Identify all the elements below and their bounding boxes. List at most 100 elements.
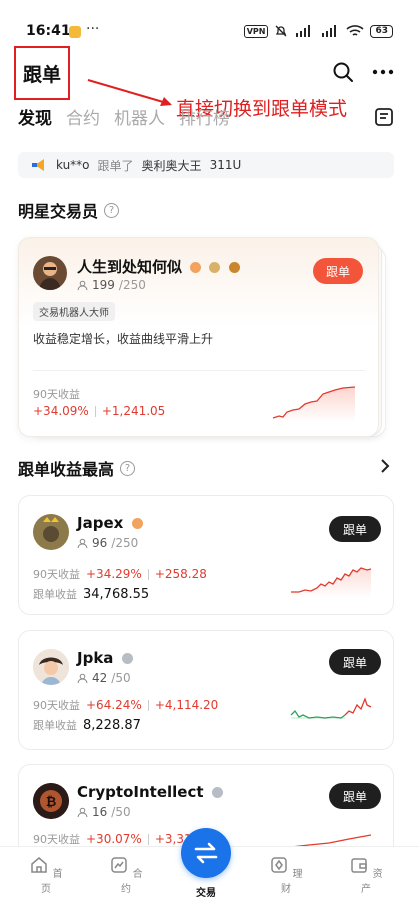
avatar xyxy=(33,514,69,550)
trader-name: 人生到处知何似 xyxy=(77,256,240,277)
followers-count: 199/250 xyxy=(77,278,146,292)
signal-icon xyxy=(296,25,311,37)
tabbar-assets[interactable]: 资产 xyxy=(346,855,386,895)
more-icon[interactable] xyxy=(371,60,395,84)
followers-count: 96/250 xyxy=(77,536,138,550)
profit-sparkline xyxy=(290,697,372,719)
chevron-right-icon[interactable] xyxy=(379,458,391,474)
notice-amount: 311U xyxy=(209,158,242,172)
wifi-icon xyxy=(346,25,365,36)
profit-sparkline xyxy=(291,567,372,598)
tab-leaderboard[interactable]: 排行榜 xyxy=(179,104,230,129)
header-actions xyxy=(331,60,395,84)
status-more-dots: ··· xyxy=(86,21,100,37)
follow-button[interactable]: 跟单 xyxy=(329,783,381,809)
followers-count: 16/50 xyxy=(77,805,131,819)
top-tabs: 发现 合约 机器人 排行榜 xyxy=(18,104,230,129)
home-icon xyxy=(31,857,48,873)
star-section-title: 明星交易员 ? xyxy=(18,198,120,222)
roi-label: 90天收益 xyxy=(33,388,80,401)
follow-notice[interactable]: ku**o 跟单了 奥利奥大王 311U xyxy=(18,152,394,178)
level-badge-icon xyxy=(121,653,133,664)
notification-app-icon xyxy=(69,26,81,38)
level-badge-icon xyxy=(131,518,143,529)
pnl-value: +258.28 xyxy=(154,567,207,581)
followers-value: 96 xyxy=(92,536,108,550)
trader-name-text: Jpka xyxy=(77,649,114,667)
copy-profit-value: 8,228.87 xyxy=(83,717,141,733)
divider xyxy=(147,833,149,845)
notice-action: 跟单了 xyxy=(97,158,134,173)
status-indicators: VPN 63 xyxy=(243,24,393,38)
roi-row: 90天收益 +64.24% +4,114.20 xyxy=(33,697,218,713)
followers-value: 199 xyxy=(92,278,115,292)
roi-row: 90天收益 +34.29% +258.28 xyxy=(33,566,207,582)
followers-max: /250 xyxy=(118,278,146,292)
copy-profit-row: 跟单收益 8,228.87 xyxy=(33,717,141,733)
divider xyxy=(147,699,149,711)
trader-name-text: 人生到处知何似 xyxy=(77,258,183,276)
help-icon[interactable]: ? xyxy=(104,202,120,218)
tab-discover[interactable]: 发现 xyxy=(18,104,52,129)
vpn-badge: VPN xyxy=(243,24,269,38)
wallet-icon xyxy=(351,858,368,873)
star-section-label: 明星交易员 xyxy=(18,202,99,221)
tabbar-trade-label[interactable]: 交易 xyxy=(190,884,222,897)
follow-button[interactable]: 跟单 xyxy=(329,649,381,675)
follow-button[interactable]: 跟单 xyxy=(313,258,363,284)
roi-value: +64.24% xyxy=(86,698,142,712)
copy-profit-label: 跟单收益 xyxy=(33,719,77,732)
pnl-value: +4,114.20 xyxy=(154,698,219,712)
divider xyxy=(94,405,96,417)
roi-value: +30.07% xyxy=(86,832,142,846)
notice-user: ku**o xyxy=(56,158,90,172)
megaphone-icon xyxy=(32,159,44,171)
trade-fab-button[interactable] xyxy=(181,828,231,878)
roi-label: 90天收益 xyxy=(33,833,80,846)
trader-name-text: CryptoIntellect xyxy=(77,783,204,801)
avatar xyxy=(33,256,67,290)
trader-card[interactable]: Jpka 42/50 跟单 90天收益 +64.24% +4,114.20 跟单… xyxy=(18,630,394,750)
page-title[interactable]: 跟单 xyxy=(14,46,70,100)
notice-trader: 奥利奥大王 xyxy=(141,158,202,173)
trader-tag: 交易机器人大师 xyxy=(33,302,115,321)
svg-text:₿: ₿ xyxy=(46,795,57,810)
tabbar-home[interactable]: 首页 xyxy=(26,855,66,895)
signal-icon-2 xyxy=(322,25,337,37)
user-icon xyxy=(77,673,88,683)
roi-value: +34.09% xyxy=(33,404,89,418)
level-badge-icon xyxy=(190,262,202,273)
follow-button[interactable]: 跟单 xyxy=(329,516,381,542)
tab-bot[interactable]: 机器人 xyxy=(114,104,165,129)
user-icon xyxy=(77,280,88,290)
search-icon[interactable] xyxy=(331,60,355,84)
tabbar-finance[interactable]: 理财 xyxy=(266,855,306,895)
trader-name: CryptoIntellect xyxy=(77,783,223,801)
level-badge-icon xyxy=(211,787,223,798)
order-list-icon[interactable] xyxy=(373,106,395,132)
copy-profit-row: 跟单收益 34,768.55 xyxy=(33,586,149,602)
divider xyxy=(147,568,149,580)
roi-row: 90天收益 +30.07% +3,31 xyxy=(33,831,192,847)
status-bar: 16:41 ··· VPN 63 xyxy=(0,0,419,44)
trader-name: Jpka xyxy=(77,649,133,667)
help-icon[interactable]: ? xyxy=(120,460,136,476)
level-badge-icon xyxy=(228,262,240,273)
avatar: ₿ xyxy=(33,783,69,819)
roi-label: 90天收益 xyxy=(33,568,80,581)
trader-card[interactable]: Japex 96/250 跟单 90天收益 +34.29% +258.28 跟单… xyxy=(18,495,394,615)
followers-value: 16 xyxy=(92,805,108,819)
star-trader-card[interactable]: 人生到处知何似 199/250 跟单 交易机器人大师 收益稳定增长，收益曲线平滑… xyxy=(18,237,379,437)
top-section-title: 跟单收益最高 ? xyxy=(18,456,136,480)
pnl-value: +1,241.05 xyxy=(101,404,166,418)
trader-name-text: Japex xyxy=(77,514,124,532)
trader-name: Japex xyxy=(77,514,143,532)
copy-profit-label: 跟单收益 xyxy=(33,588,77,601)
roi-row: +34.09% +1,241.05 xyxy=(33,404,165,418)
profit-sparkline xyxy=(272,386,356,422)
divider xyxy=(33,370,365,371)
tab-contract[interactable]: 合约 xyxy=(66,104,100,129)
copy-profit-value: 34,768.55 xyxy=(83,586,150,602)
top-section-label: 跟单收益最高 xyxy=(18,460,115,479)
tabbar-contract[interactable]: 合约 xyxy=(106,855,146,895)
